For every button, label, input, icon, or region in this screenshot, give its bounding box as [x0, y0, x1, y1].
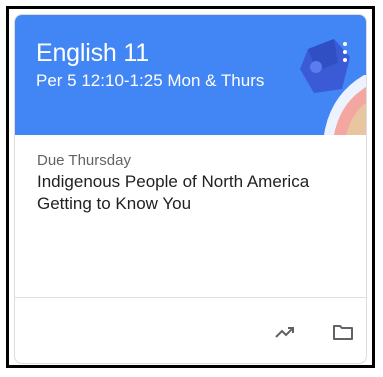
folder-icon[interactable] — [329, 318, 357, 346]
class-card[interactable]: English 11 Per 5 12:10-1:25 Mon & Thurs … — [14, 14, 367, 364]
class-section: Per 5 12:10-1:25 Mon & Thurs — [36, 71, 265, 90]
class-card-footer — [15, 297, 366, 363]
assignment-link[interactable]: Indigenous People of North America — [37, 171, 352, 193]
assignment-link[interactable]: Getting to Know You — [37, 193, 352, 215]
upcoming-work: Due Thursday Indigenous People of North … — [37, 151, 357, 215]
class-title[interactable]: English 11 — [36, 39, 149, 68]
class-card-header[interactable]: English 11 Per 5 12:10-1:25 Mon & Thurs — [15, 15, 366, 135]
more-vert-icon[interactable] — [332, 35, 358, 69]
due-label: Due Thursday — [37, 152, 131, 169]
trending-up-icon[interactable] — [271, 318, 299, 346]
